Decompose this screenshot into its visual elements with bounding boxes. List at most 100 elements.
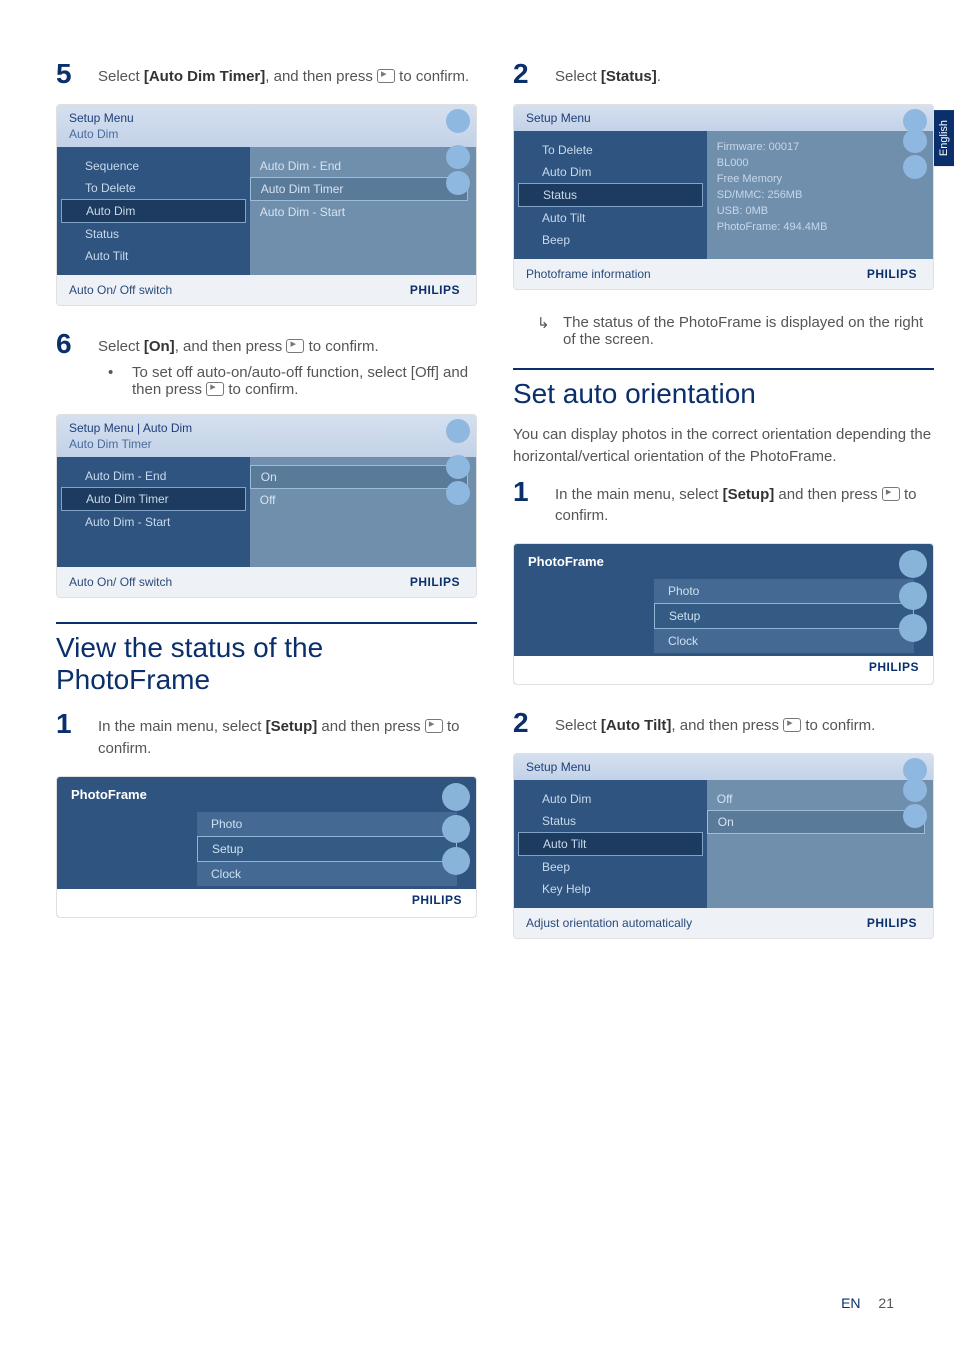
info-line: USB: 0MB [707,203,925,219]
menu-item: Auto Dim Timer [61,487,246,511]
footer-page: 21 [878,1295,894,1311]
philips-logo: PHILIPS [867,916,917,930]
main-menu-item: Setup [654,603,914,629]
step-view-1: 1 In the main menu, select [Setup] and t… [56,710,477,760]
main-menu-item: Photo [197,812,457,836]
nav-icon [446,455,470,479]
step-orient-2: 2 Select [Auto Tilt], and then press to … [513,709,934,737]
menu-item: To Delete [514,139,707,161]
info-line: SD/MMC: 256MB [707,187,925,203]
step-6: 6 Select [On], and then press to confirm… [56,330,477,358]
menu-item: Status [514,810,707,832]
main-menu-item: Setup [197,836,457,862]
step-text: Select [Auto Dim Timer], and then press … [98,60,477,88]
step-text: In the main menu, select [Setup] and the… [555,478,934,528]
ss-footer-text: Auto On/ Off switch [69,575,172,589]
menu-item: Auto Tilt [514,207,707,229]
ss-footer-text: Auto On/ Off switch [69,283,172,297]
info-line: PhotoFrame: 494.4MB [707,219,925,235]
menu-item: Auto Tilt [518,832,703,856]
step-text: In the main menu, select [Setup] and the… [98,710,477,760]
step-number: 2 [513,60,555,88]
menu-item: Status [57,223,250,245]
ss-subtitle: Auto Dim Timer [69,437,464,451]
menu-item: Beep [514,229,707,251]
nav-icon [903,129,927,153]
menu-item: Beep [514,856,707,878]
screenshot-main-menu-1: PhotoFrame PhotoSetupClock PHILIPS [56,776,477,918]
step-number: 5 [56,60,98,88]
step-number: 1 [513,478,555,528]
screenshot-auto-tilt: Setup Menu Auto DimStatusAuto TiltBeepKe… [513,753,934,939]
menu-item: Auto Dim [61,199,246,223]
menu-item: Auto Dim - Start [57,511,250,533]
info-line: BL000 [707,155,925,171]
play-icon [446,481,470,505]
step-number: 2 [513,709,555,737]
power-icon [446,109,470,133]
nav-icon [446,145,470,169]
confirm-icon [286,339,304,353]
menu-item: Auto Dim Timer [250,177,468,201]
language-tab: English [934,110,954,166]
screenshot-autodim-timer: Setup Menu Auto Dim SequenceTo DeleteAut… [56,104,477,306]
step-5: 5 Select [Auto Dim Timer], and then pres… [56,60,477,88]
heading-auto-orientation: Set auto orientation [513,368,934,410]
menu-item: Auto Dim - End [57,465,250,487]
step-number: 6 [56,330,98,358]
heading-view-status: View the status of the PhotoFrame [56,622,477,696]
menu-item: Off [250,489,468,511]
philips-logo: PHILIPS [410,575,460,589]
confirm-icon [206,382,224,396]
confirm-icon [425,719,443,733]
result-note: ↳ The status of the PhotoFrame is displa… [537,314,934,348]
ss-footer-text: Adjust orientation automatically [526,916,692,930]
menu-item: Auto Dim - Start [250,201,468,223]
menu-item: Off [707,788,925,810]
play-icon [442,847,470,875]
ss-breadcrumb: Setup Menu [526,760,921,774]
step-text: Select [Status]. [555,60,934,88]
screenshot-status: Setup Menu To DeleteAuto DimStatusAuto T… [513,104,934,290]
philips-logo: PHILIPS [410,283,460,297]
page-footer: EN 21 [841,1295,894,1311]
ss-title: PhotoFrame [514,544,933,579]
ss-footer-text: Photoframe information [526,267,651,281]
menu-item: Auto Dim - End [250,155,468,177]
nav-icon [899,582,927,610]
ss-breadcrumb: Setup Menu [526,111,921,125]
right-column: 2 Select [Status]. Setup Menu To DeleteA… [513,60,934,963]
philips-logo: PHILIPS [869,660,919,674]
power-icon [446,419,470,443]
menu-item: Auto Tilt [57,245,250,267]
menu-item: On [250,465,468,489]
ss-breadcrumb: Setup Menu | Auto Dim [69,421,464,435]
step-number: 1 [56,710,98,760]
step-text: Select [On], and then press to confirm. [98,330,477,358]
screenshot-on-off: Setup Menu | Auto Dim Auto Dim Timer Aut… [56,414,477,598]
menu-item: To Delete [57,177,250,199]
power-icon [442,783,470,811]
arrow-icon: ↳ [537,314,563,348]
menu-item: On [707,810,925,834]
power-icon [899,550,927,578]
screenshot-main-menu-2: PhotoFrame PhotoSetupClock PHILIPS [513,543,934,685]
step-text: Select [Auto Tilt], and then press to co… [555,709,934,737]
menu-item: Sequence [57,155,250,177]
play-icon [903,155,927,179]
menu-item: Key Help [514,878,707,900]
footer-lang: EN [841,1295,860,1311]
confirm-icon [783,718,801,732]
menu-item: Auto Dim [514,161,707,183]
step-orient-1: 1 In the main menu, select [Setup] and t… [513,478,934,528]
ss-subtitle: Auto Dim [69,127,464,141]
bullet-off: • To set off auto-on/auto-off function, … [108,364,477,398]
menu-item: Status [518,183,703,207]
main-menu-item: Clock [654,629,914,653]
info-line: Firmware: 00017 [707,139,925,155]
intro-text: You can display photos in the correct or… [513,424,934,468]
menu-item: Auto Dim [514,788,707,810]
ss-title: PhotoFrame [57,777,476,812]
ss-breadcrumb: Setup Menu [69,111,464,125]
philips-logo: PHILIPS [867,267,917,281]
